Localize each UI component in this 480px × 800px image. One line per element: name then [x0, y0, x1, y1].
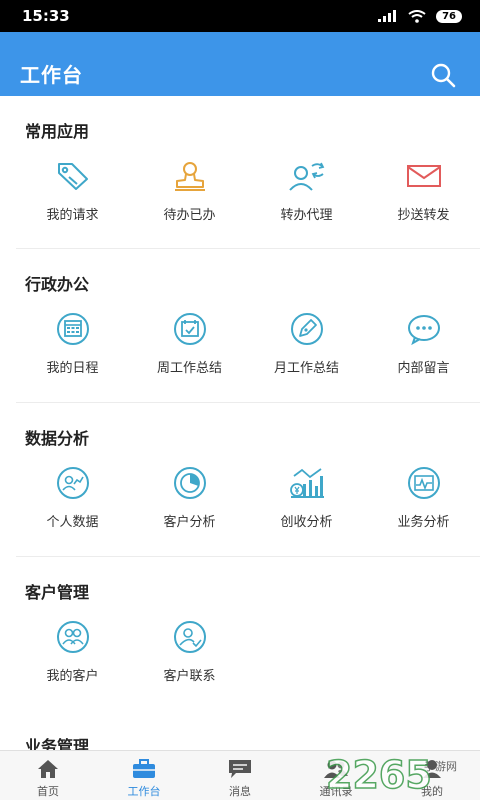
app-business-analysis[interactable]: 业务分析 [368, 463, 479, 530]
app-my-customers[interactable]: 我的客户 [17, 617, 128, 684]
battery-indicator: 76 [436, 9, 462, 23]
status-bar: 15:33 76 [0, 0, 480, 32]
wifi-icon [408, 9, 426, 23]
nav-contacts[interactable]: 通讯录 [288, 751, 384, 800]
app-my-requests[interactable]: 我的请求 [17, 156, 128, 223]
app-cc-forward[interactable]: 抄送转发 [368, 156, 479, 223]
signal-icon [378, 10, 397, 22]
section-divider [16, 248, 480, 249]
mail-icon [404, 156, 444, 196]
app-weekly-summary[interactable]: 周工作总结 [134, 309, 245, 376]
app-personal-data[interactable]: 个人数据 [17, 463, 128, 530]
app-transfer-proxy[interactable]: 转办代理 [251, 156, 362, 223]
group-icon [53, 617, 93, 657]
contacts-icon [324, 760, 348, 778]
section-title: 行政办公 [25, 275, 90, 294]
nav-workbench[interactable]: 工作台 [96, 751, 192, 800]
page-title: 工作台 [20, 63, 83, 87]
user-contact-icon [170, 617, 210, 657]
transfer-user-icon [287, 156, 327, 196]
section-title: 客户管理 [25, 583, 90, 602]
section-title: 常用应用 [25, 122, 90, 141]
pie-chart-icon [170, 463, 210, 503]
bottom-navigation: 首页 工作台 消息 通讯录 我的 [0, 750, 480, 800]
workbench-content[interactable]: 常用应用 我的请求 待办已办 转办代理 抄送转发 行政办公 我的日程 周工作总结… [0, 96, 480, 750]
message-icon [229, 760, 251, 778]
home-icon [38, 760, 58, 778]
status-time: 15:33 [22, 7, 70, 25]
section-title: 业务管理 [25, 737, 90, 750]
revenue-chart-icon [287, 463, 327, 503]
app-bar: 工作台 [0, 32, 480, 96]
tag-icon [53, 156, 93, 196]
app-revenue-analysis[interactable]: 创收分析 [251, 463, 362, 530]
app-todo-done[interactable]: 待办已办 [134, 156, 245, 223]
stamp-icon [170, 156, 210, 196]
app-customer-contact[interactable]: 客户联系 [134, 617, 245, 684]
search-icon[interactable] [430, 62, 456, 88]
section-title: 数据分析 [25, 429, 90, 448]
person-chart-icon [53, 463, 93, 503]
user-icon [423, 760, 441, 778]
app-my-schedule[interactable]: 我的日程 [17, 309, 128, 376]
app-monthly-summary[interactable]: 月工作总结 [251, 309, 362, 376]
pen-icon [287, 309, 327, 349]
line-chart-icon [404, 463, 444, 503]
chat-icon [404, 309, 444, 349]
briefcase-icon [133, 759, 155, 778]
app-internal-message[interactable]: 内部留言 [368, 309, 479, 376]
calendar-grid-icon [53, 309, 93, 349]
nav-home[interactable]: 首页 [0, 751, 96, 800]
app-customer-analysis[interactable]: 客户分析 [134, 463, 245, 530]
calendar-check-icon [170, 309, 210, 349]
nav-mine[interactable]: 我的 [384, 751, 480, 800]
nav-messages[interactable]: 消息 [192, 751, 288, 800]
section-divider [16, 556, 480, 557]
section-divider [16, 402, 480, 403]
